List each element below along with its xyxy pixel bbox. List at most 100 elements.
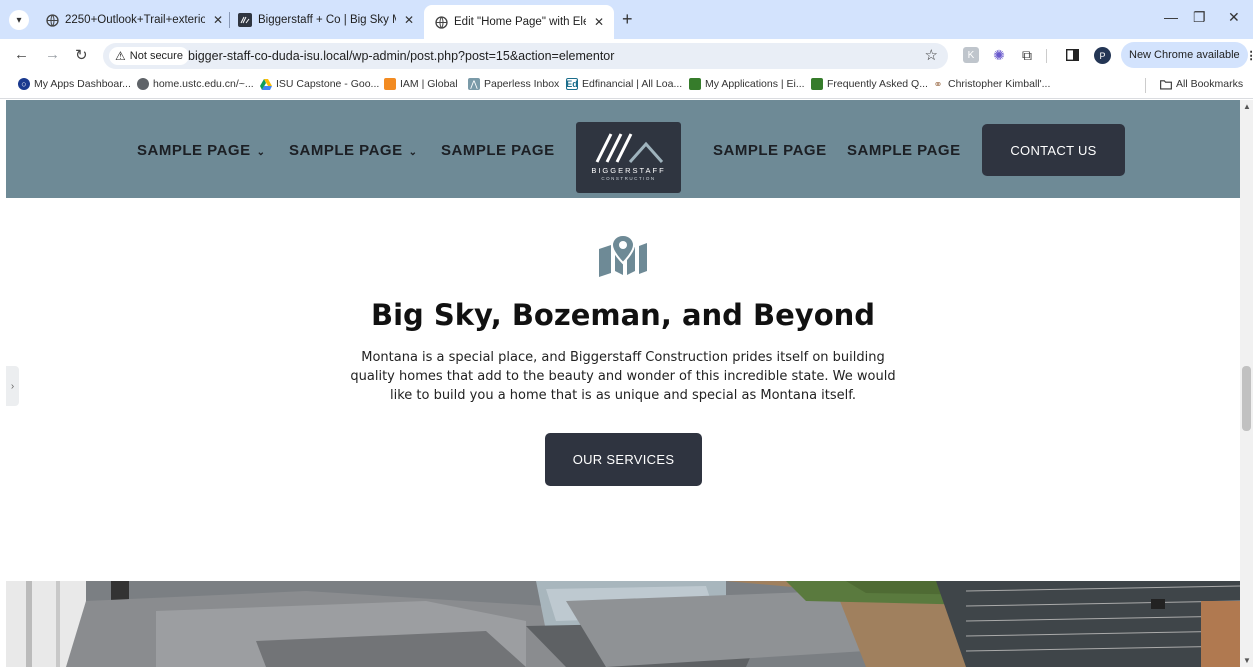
more-menu-icon: ⋮ xyxy=(1245,49,1253,62)
iam-hexagon-icon xyxy=(384,78,396,90)
extension-k-icon[interactable]: K xyxy=(963,47,979,63)
bookmark-iam-global[interactable]: IAM | Global xyxy=(384,78,458,90)
nav-label: SAMPLE PAGE xyxy=(713,142,827,159)
kimball-icon: ⚭ xyxy=(933,78,943,91)
bookmark-my-apps[interactable]: ○ My Apps Dashboar... xyxy=(18,78,131,90)
logo-text: BIGGERSTAFF xyxy=(591,166,666,175)
close-tab-icon[interactable]: ✕ xyxy=(594,15,604,29)
google-drive-icon xyxy=(260,78,272,90)
new-tab-button[interactable]: + xyxy=(622,9,633,30)
warning-triangle-icon: ⚠ xyxy=(115,49,126,63)
bookmark-label: ISU Capstone - Goo... xyxy=(276,78,380,90)
globe-icon xyxy=(137,78,149,90)
extension-gear-icon[interactable]: ✺ xyxy=(991,47,1007,63)
our-services-button[interactable]: OUR SERVICES xyxy=(545,433,702,486)
paperless-leaf-icon: ⋀ xyxy=(468,78,480,90)
scroll-up-icon[interactable]: ▲ xyxy=(1243,102,1251,111)
logo-subtext: CONSTRUCTION xyxy=(601,176,656,181)
url-text[interactable]: bigger-staff-co-duda-isu.local/wp-admin/… xyxy=(188,49,614,63)
bookmark-label: Christopher Kimball'... xyxy=(948,78,1051,90)
minimize-icon[interactable]: — xyxy=(1164,9,1178,25)
hero-title: Big Sky, Bozeman, and Beyond xyxy=(370,298,876,332)
bookmark-ustc[interactable]: home.ustc.edu.cn/~... xyxy=(137,78,254,90)
my-apps-icon: ○ xyxy=(18,78,30,90)
map-pin-icon xyxy=(599,233,647,277)
scroll-down-icon[interactable]: ▼ xyxy=(1243,656,1251,665)
bookmark-label: IAM | Global xyxy=(400,78,458,90)
logo-mountain-icon xyxy=(595,133,664,163)
globe-icon xyxy=(434,15,448,29)
tab-search-icon[interactable]: ▾ xyxy=(9,10,29,30)
bookmark-label: Frequently Asked Q... xyxy=(827,78,928,90)
bookmark-edfinancial[interactable]: Ed Edfinancial | All Loa... xyxy=(566,78,682,90)
scrollbar-thumb[interactable] xyxy=(1242,366,1251,431)
nav-sample-page-1[interactable]: SAMPLE PAGE ⌄ xyxy=(137,142,265,159)
nav-label: SAMPLE PAGE xyxy=(137,142,251,159)
edfinancial-icon: Ed xyxy=(566,78,578,90)
bookmark-isu-capstone[interactable]: ISU Capstone - Goo... xyxy=(260,78,379,90)
biggerstaff-logo-icon xyxy=(238,13,252,27)
all-bookmarks[interactable]: All Bookmarks xyxy=(1160,78,1243,90)
restore-icon[interactable]: ❐ xyxy=(1193,9,1206,26)
side-panel-icon[interactable] xyxy=(1064,47,1080,63)
bookmark-christopher-kimball[interactable]: ⚭ Christopher Kimball'... xyxy=(932,78,1051,91)
back-icon[interactable]: ← xyxy=(14,46,29,63)
hero-line: Montana is a special place, and Biggerst… xyxy=(361,350,885,365)
tab-outlook-trail[interactable]: 2250+Outlook+Trail+exterior1- ✕ xyxy=(45,8,225,32)
bookmark-paperless[interactable]: ⋀ Paperless Inbox xyxy=(468,78,559,90)
tab-title: Biggerstaff + Co | Big Sky Mont xyxy=(258,14,396,26)
page-viewport: SAMPLE PAGE ⌄ SAMPLE PAGE ⌄ SAMPLE PAGE BI… xyxy=(0,100,1253,667)
site-header: SAMPLE PAGE ⌄ SAMPLE PAGE ⌄ SAMPLE PAGE BI… xyxy=(6,100,1240,198)
tab-edit-home-page[interactable]: Edit "Home Page" with Element ✕ xyxy=(424,5,614,39)
nav-sample-page-3[interactable]: SAMPLE PAGE xyxy=(441,142,555,159)
tab-separator xyxy=(229,12,230,28)
nav-label: SAMPLE PAGE xyxy=(441,142,555,159)
nav-sample-page-4[interactable]: SAMPLE PAGE xyxy=(713,142,827,159)
close-window-icon[interactable]: ✕ xyxy=(1228,9,1240,26)
bookmark-label: My Apps Dashboar... xyxy=(34,78,131,90)
bookmarks-bar: ○ My Apps Dashboar... home.ustc.edu.cn/~… xyxy=(0,72,1253,99)
bookmark-faq[interactable]: Frequently Asked Q... xyxy=(811,78,928,90)
close-tab-icon[interactable]: ✕ xyxy=(213,13,223,27)
globe-icon xyxy=(45,13,59,27)
reload-icon[interactable]: ↻ xyxy=(75,46,88,64)
browser-toolbar: ← → ↻ ⚠ Not secure bigger-staff-co-duda-… xyxy=(0,39,1253,72)
nav-sample-page-5[interactable]: SAMPLE PAGE xyxy=(847,142,961,159)
john-deere-icon xyxy=(811,78,823,90)
forward-icon[interactable]: → xyxy=(45,46,60,63)
bookmark-label: Paperless Inbox xyxy=(484,78,560,90)
contact-us-button[interactable]: CONTACT US xyxy=(982,124,1125,176)
bookmark-my-applications[interactable]: My Applications | Ei... xyxy=(689,78,805,90)
security-chip[interactable]: ⚠ Not secure xyxy=(109,47,189,65)
john-deere-icon xyxy=(689,78,701,90)
bookmark-label: home.ustc.edu.cn/~... xyxy=(153,78,254,90)
tab-title: 2250+Outlook+Trail+exterior1- xyxy=(65,14,205,26)
update-label: New Chrome available xyxy=(1129,49,1240,61)
hero-description: Montana is a special place, and Biggerst… xyxy=(340,348,906,405)
profile-avatar[interactable]: P xyxy=(1094,47,1111,64)
bookmark-star-icon[interactable]: ☆ xyxy=(925,46,938,64)
address-bar[interactable]: ⚠ Not secure bigger-staff-co-duda-isu.lo… xyxy=(103,43,948,69)
hero-line: quality homes that add to the beauty and… xyxy=(350,369,896,384)
chrome-update-button[interactable]: New Chrome available ⋮ xyxy=(1121,42,1253,68)
tab-biggerstaff[interactable]: Biggerstaff + Co | Big Sky Mont ✕ xyxy=(238,8,414,32)
extensions-puzzle-icon[interactable]: ⧉ xyxy=(1019,47,1035,63)
nav-sample-page-2[interactable]: SAMPLE PAGE ⌄ xyxy=(289,142,417,159)
tab-strip: ▾ 2250+Outlook+Trail+exterior1- ✕ Bigger… xyxy=(0,0,1253,39)
nav-label: SAMPLE PAGE xyxy=(289,142,403,159)
toolbar-divider xyxy=(1046,49,1047,63)
bookmark-label: Edfinancial | All Loa... xyxy=(582,78,683,90)
panel-toggle-chevron-icon[interactable]: › xyxy=(6,366,19,406)
chevron-down-icon: ⌄ xyxy=(256,147,266,158)
bookmarks-divider xyxy=(1145,78,1146,93)
tab-title: Edit "Home Page" with Element xyxy=(454,16,586,28)
close-tab-icon[interactable]: ✕ xyxy=(404,13,414,27)
bookmark-label: All Bookmarks xyxy=(1176,78,1244,90)
folder-icon xyxy=(1160,78,1172,90)
nav-label: SAMPLE PAGE xyxy=(847,142,961,159)
security-label: Not secure xyxy=(129,50,183,62)
patio-photo xyxy=(6,581,1240,667)
hero-line: like to build you a home that is as uniq… xyxy=(389,388,857,403)
site-logo[interactable]: BIGGERSTAFF CONSTRUCTION xyxy=(576,122,681,193)
page-scrollbar[interactable]: ▲ ▼ xyxy=(1240,100,1253,667)
